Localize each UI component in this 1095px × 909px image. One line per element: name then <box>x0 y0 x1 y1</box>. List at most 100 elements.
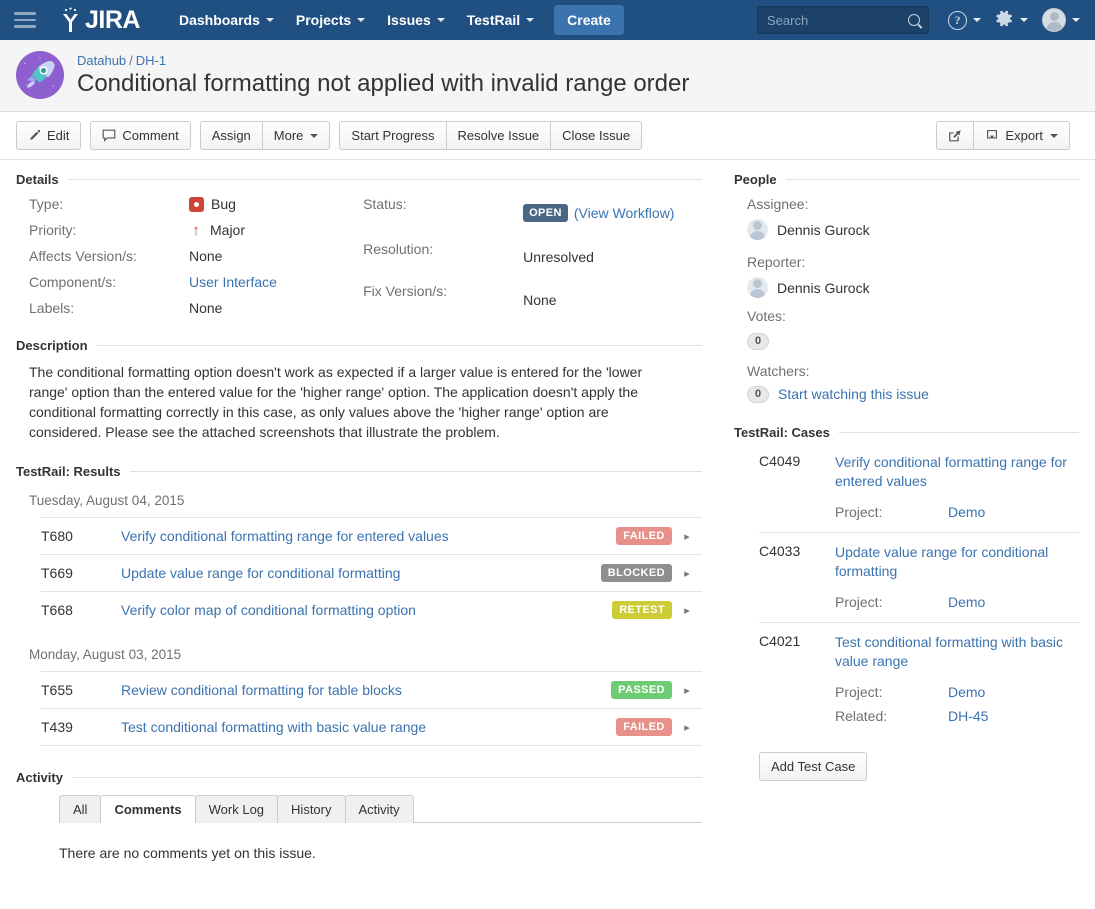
assign-label: Assign <box>211 128 251 143</box>
votes-count-badge: 0 <box>747 332 769 350</box>
table-row: T655 Review conditional formatting for t… <box>41 671 702 708</box>
share-button[interactable] <box>936 121 974 150</box>
case-meta-key: Related: <box>835 707 888 724</box>
activity-section-header: Activity <box>16 770 702 785</box>
details-section-header: Details <box>16 172 702 187</box>
resolve-issue-button[interactable]: Resolve Issue <box>445 121 551 150</box>
detail-label-fix-version: Fix Version/s: <box>363 283 448 300</box>
activity-heading: Activity <box>16 770 63 785</box>
result-title-link[interactable]: Review conditional formatting for table … <box>121 682 611 698</box>
related-issue-link[interactable]: DH-45 <box>948 708 988 724</box>
project-link[interactable]: Demo <box>948 594 985 610</box>
detail-label-priority: Priority: <box>29 222 77 238</box>
priority-major-icon: ↑ <box>192 221 200 239</box>
divider <box>785 179 1079 180</box>
expand-result-arrow-icon[interactable]: ▸ <box>672 567 702 580</box>
chevron-down-icon <box>436 18 445 22</box>
nav-item-issues[interactable]: Issues <box>376 2 456 38</box>
jira-logo[interactable]: JIRA <box>58 7 140 33</box>
chevron-down-icon <box>1050 133 1058 138</box>
empty-comments-message: There are no comments yet on this issue. <box>59 845 316 861</box>
case-meta-value: Demo <box>948 594 1079 610</box>
create-button[interactable]: Create <box>554 5 624 35</box>
jira-wordmark: JIRA <box>85 5 140 34</box>
edit-button[interactable]: Edit <box>16 121 82 150</box>
nav-item-projects[interactable]: Projects <box>285 2 376 38</box>
assign-more-group: Assign More <box>199 121 331 150</box>
component-link[interactable]: User Interface <box>189 274 277 290</box>
testrail-results-list: Tuesday, August 04, 2015 T680 Verify con… <box>16 488 702 746</box>
edit-label: Edit <box>47 128 70 143</box>
case-meta: Project: Demo <box>835 594 1079 610</box>
results-date-group-label: Tuesday, August 04, 2015 <box>29 493 185 508</box>
help-menu-button[interactable]: ? <box>943 5 986 36</box>
start-progress-button[interactable]: Start Progress <box>339 121 446 150</box>
nav-item-dashboards[interactable]: Dashboards <box>168 2 285 38</box>
reporter-row[interactable]: Dennis Gurock <box>747 277 1079 298</box>
people-section-header: People <box>734 172 1079 187</box>
issue-header: Datahub / DH-1 Conditional formatting not … <box>0 40 1095 112</box>
detail-value-labels: None <box>189 300 223 316</box>
breadcrumb-separator: / <box>129 53 133 68</box>
search-input[interactable] <box>758 7 928 33</box>
main-column: Details Type: Bug Priority: ↑ Major Affe… <box>0 160 718 861</box>
expand-result-arrow-icon[interactable]: ▸ <box>672 684 702 697</box>
tab-activity[interactable]: Activity <box>344 795 414 823</box>
primary-nav: Dashboards Projects Issues TestRail Crea… <box>168 2 624 38</box>
start-watching-link[interactable]: Start watching this issue <box>778 386 929 402</box>
comment-button[interactable]: Comment <box>90 121 191 150</box>
chevron-down-icon <box>310 133 319 138</box>
breadcrumb-project-link[interactable]: Datahub <box>77 53 126 68</box>
close-issue-button[interactable]: Close Issue <box>550 121 643 150</box>
result-title-link[interactable]: Update value range for conditional forma… <box>121 565 601 581</box>
table-row: T680 Verify conditional formatting range… <box>41 517 702 554</box>
watchers-label: Watchers: <box>747 362 810 379</box>
assignee-label: Assignee: <box>747 196 809 212</box>
tab-all[interactable]: All <box>59 795 102 823</box>
case-title-link[interactable]: Update value range for conditional forma… <box>835 543 1079 581</box>
divider <box>129 471 702 472</box>
view-workflow-link[interactable]: (View Workflow) <box>574 205 675 221</box>
user-profile-menu-button[interactable] <box>1037 2 1085 38</box>
project-link[interactable]: Demo <box>948 504 985 520</box>
expand-result-arrow-icon[interactable]: ▸ <box>672 530 702 543</box>
detail-value-type: Bug <box>189 196 363 212</box>
nav-item-testrail[interactable]: TestRail <box>456 2 545 38</box>
expand-result-arrow-icon[interactable]: ▸ <box>672 604 702 617</box>
tab-work-log[interactable]: Work Log <box>194 795 279 823</box>
result-status-badge: PASSED <box>611 681 672 699</box>
detail-value-components: User Interface <box>189 274 363 290</box>
settings-menu-button[interactable] <box>990 3 1033 37</box>
tab-history[interactable]: History <box>277 795 346 823</box>
divider <box>96 345 702 346</box>
case-title-link[interactable]: Verify conditional formatting range for … <box>835 453 1079 491</box>
result-status-badge: FAILED <box>616 527 672 545</box>
assign-button[interactable]: Assign <box>199 121 262 150</box>
menu-hamburger-icon[interactable] <box>14 12 36 28</box>
export-button[interactable]: Export <box>973 121 1070 150</box>
case-meta-value: Demo <box>948 684 1079 700</box>
tab-comments[interactable]: Comments <box>100 795 196 823</box>
assignee-row[interactable]: Dennis Gurock <box>747 219 1079 240</box>
case-meta: Project: Demo <box>835 504 1079 520</box>
expand-result-arrow-icon[interactable]: ▸ <box>672 721 702 734</box>
result-title-link[interactable]: Test conditional formatting with basic v… <box>121 719 616 735</box>
comment-label: Comment <box>122 128 179 143</box>
result-title-link[interactable]: Verify conditional formatting range for … <box>121 528 616 544</box>
divider <box>71 777 702 778</box>
case-body: Verify conditional formatting range for … <box>835 453 1079 520</box>
case-title-link[interactable]: Test conditional formatting with basic v… <box>835 633 1079 671</box>
add-test-case-button[interactable]: Add Test Case <box>759 751 868 781</box>
details-left-column: Type: Bug Priority: ↑ Major Affects Vers… <box>29 196 363 316</box>
chevron-down-icon <box>357 18 366 22</box>
pencil-icon <box>28 129 41 142</box>
breadcrumb-issue-link[interactable]: DH-1 <box>136 53 166 68</box>
close-issue-label: Close Issue <box>562 128 631 143</box>
result-title-link[interactable]: Verify color map of conditional formatti… <box>121 602 612 618</box>
chevron-down-icon <box>1072 18 1080 22</box>
detail-value-fix-version: None <box>523 291 557 308</box>
project-link[interactable]: Demo <box>948 684 985 700</box>
more-button[interactable]: More <box>261 121 331 150</box>
search-box[interactable] <box>757 6 929 34</box>
